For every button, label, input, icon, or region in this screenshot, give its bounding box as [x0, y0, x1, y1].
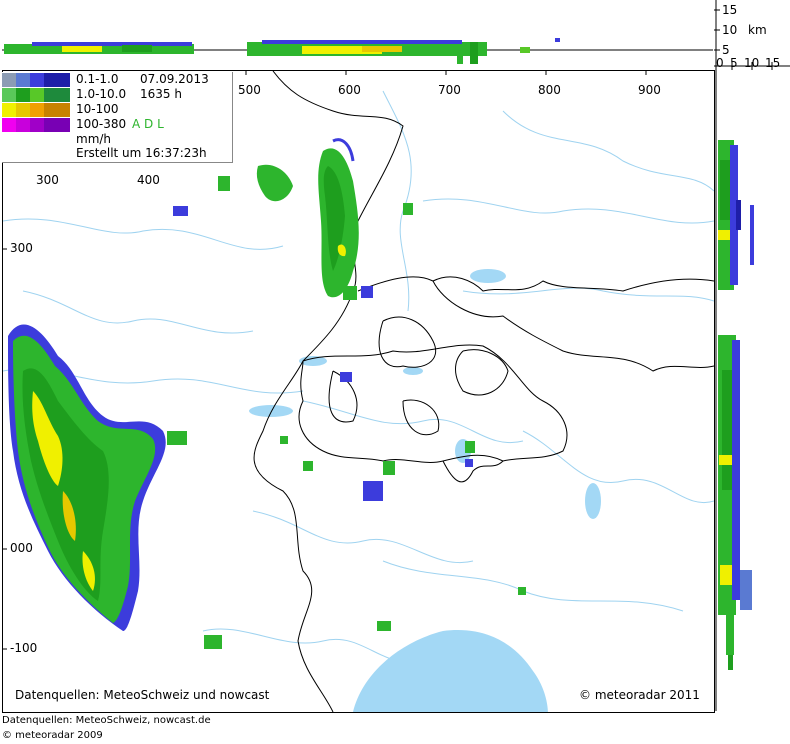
legend-swatch [30, 118, 44, 132]
legend-swatch [30, 73, 44, 87]
y-tick-000: 000 [10, 541, 33, 555]
legend-range-2: 1.0-10.0 [76, 87, 127, 101]
side-echo-band [718, 140, 754, 670]
legend-swatch [16, 88, 30, 102]
km-label-5b: 5 [730, 56, 738, 70]
legend-swatch [58, 118, 70, 132]
km-scale: 15 10 km 5 0 5 10 15 [714, 0, 790, 70]
legend-swatch [2, 88, 16, 102]
legend-swatch [58, 103, 70, 117]
km-label-15b: 15 [765, 56, 781, 70]
legend-swatch [44, 103, 58, 117]
lakes [249, 269, 601, 712]
legend-swatch [58, 88, 70, 102]
x-tick-600: 600 [338, 83, 361, 97]
km-label-10b: 10 [744, 56, 760, 70]
km-label-10: 10 [722, 23, 738, 37]
km-unit: km [748, 23, 767, 37]
km-label-15: 15 [722, 3, 738, 17]
legend-swatch [58, 73, 70, 87]
x-tick-400: 400 [137, 173, 160, 187]
km-label-5: 5 [722, 43, 730, 57]
legend-date: 07.09.2013 [140, 72, 209, 86]
top-profile-svg [2, 38, 713, 64]
legend-swatch [16, 103, 30, 117]
x-tick-700: 700 [438, 83, 461, 97]
footer-copyright: © meteoradar 2009 [2, 730, 103, 741]
precip-legend: 0.1-1.0 07.09.2013 1.0-10.0 1635 h 10-10… [2, 72, 233, 163]
map-canvas [3, 71, 714, 712]
map-copyright: © meteoradar 2011 [579, 688, 700, 702]
side-profile-svg [715, 70, 754, 711]
legend-swatch [2, 103, 16, 117]
legend-swatch [44, 118, 58, 132]
y-tick-300: 300 [10, 241, 33, 255]
legend-swatch [2, 73, 16, 87]
legend-created: Erstellt um 16:37:23h [76, 146, 207, 160]
legend-time: 1635 h [140, 87, 182, 101]
legend-range-3: 10-100 [76, 102, 119, 116]
side-height-profile [714, 70, 790, 711]
legend-swatch [44, 73, 58, 87]
legend-swatch [16, 118, 30, 132]
y-tick-neg100: -100 [10, 641, 38, 655]
footer-source: Datenquellen: MeteoSchweiz, nowcast.de [2, 715, 211, 726]
map-source-credit: Datenquellen: MeteoSchweiz und nowcast [15, 688, 270, 702]
legend-swatch [16, 73, 30, 87]
legend-unit: mm/h [76, 132, 112, 146]
top-echo-band [4, 38, 560, 64]
km-label-0: 0 [716, 56, 724, 70]
x-tick-800: 800 [538, 83, 561, 97]
legend-range-4: 100-380 [76, 117, 127, 131]
x-tick-300: 300 [36, 173, 59, 187]
x-tick-900: 900 [638, 83, 661, 97]
radar-map: 500 600 700 800 900 300 400 300 000 -100… [2, 70, 715, 713]
legend-swatch [30, 103, 44, 117]
x-tick-500: 500 [238, 83, 261, 97]
legend-swatch [44, 88, 58, 102]
legend-swatch [30, 88, 44, 102]
legend-swatch [2, 118, 16, 132]
legend-adl: A D L [132, 117, 164, 131]
legend-range-1: 0.1-1.0 [76, 72, 119, 86]
top-height-profile [2, 0, 713, 68]
precip-echoes [8, 138, 526, 649]
